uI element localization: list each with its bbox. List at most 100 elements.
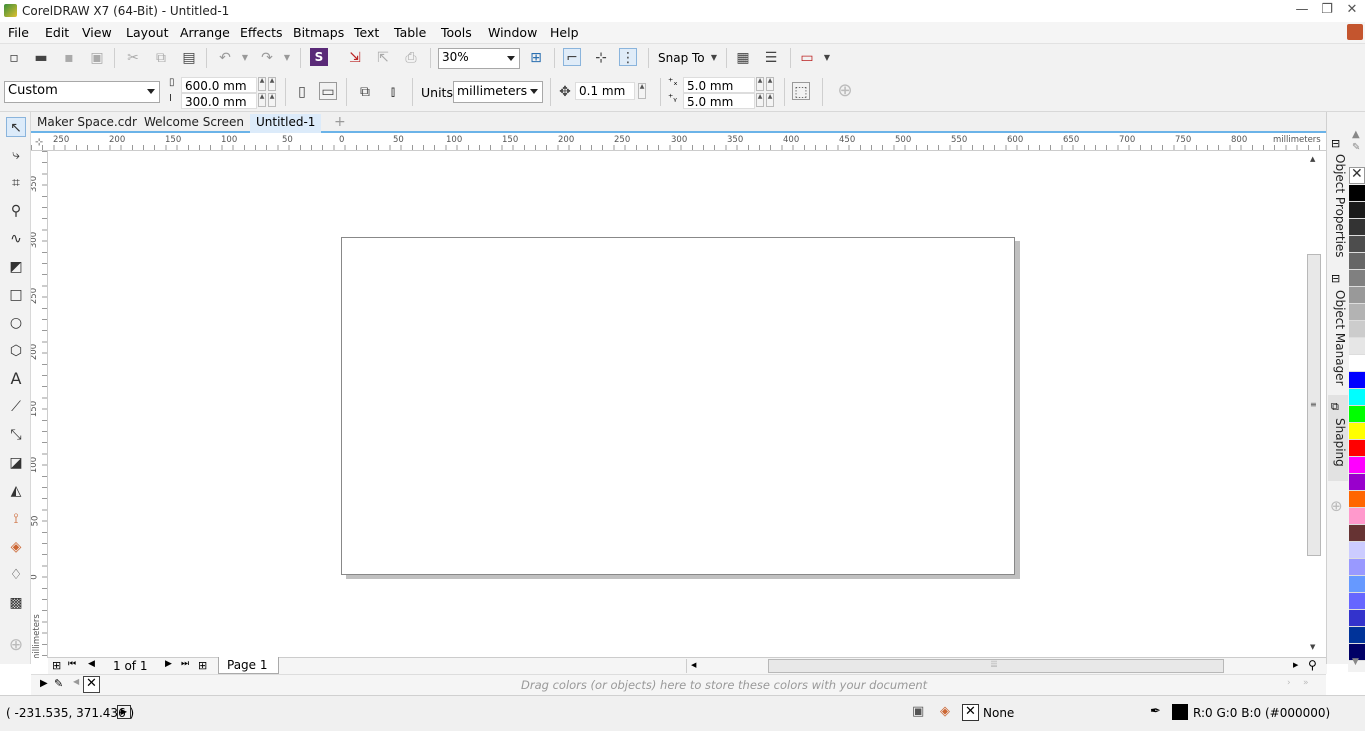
launcher-dropdown-icon[interactable]: ▼ xyxy=(818,49,836,67)
palette-swatch[interactable] xyxy=(1349,185,1365,202)
tab-untitled-1[interactable]: Untitled-1 xyxy=(250,114,322,133)
palette-swatch[interactable] xyxy=(1349,627,1365,644)
snap-to-button[interactable]: Snap To xyxy=(658,51,705,65)
import-icon[interactable]: ⇲ xyxy=(346,49,364,67)
palette-swatch[interactable] xyxy=(1349,253,1365,270)
palette-swatch[interactable] xyxy=(1349,406,1365,423)
zoom-tool-icon[interactable]: ⚲ xyxy=(6,201,26,221)
crop-tool-icon[interactable]: ⌗ xyxy=(6,173,26,193)
paste-icon[interactable]: ▤ xyxy=(180,49,198,67)
zoom-to-page-icon[interactable]: ⊞ xyxy=(527,49,545,67)
snap-to-dropdown-icon[interactable]: ▼ xyxy=(705,49,723,67)
palette-swatch[interactable] xyxy=(1349,593,1365,610)
duplicate-x-spinner[interactable]: ▲ xyxy=(756,77,764,91)
duplicate-y-spinner[interactable]: ▲ xyxy=(756,93,764,107)
redo-icon[interactable]: ↷ xyxy=(258,49,276,67)
page-width-spinner-2[interactable]: ▲ xyxy=(268,77,276,91)
restore-icon[interactable]: ❐ xyxy=(1316,3,1338,19)
docker-tab-shaping[interactable]: Shaping xyxy=(1329,418,1347,467)
palette-swatch[interactable] xyxy=(1349,355,1365,372)
duplicate-x-input[interactable]: 5.0 mm xyxy=(683,77,755,93)
navigator-icon[interactable]: ⚲ xyxy=(1308,658,1317,672)
palette-swatch[interactable] xyxy=(1349,287,1365,304)
page-size-select[interactable]: Custom xyxy=(4,81,160,103)
horizontal-scroll-thumb[interactable]: ⦙⦙⦙ xyxy=(768,659,1224,673)
connector-tool-icon[interactable]: ⤡ xyxy=(6,425,26,445)
show-rulers-icon[interactable]: ⌐ xyxy=(563,48,581,66)
quick-customize-icon[interactable]: ⊕ xyxy=(836,82,854,100)
undo-icon[interactable]: ↶ xyxy=(216,49,234,67)
palette-scroll-down-icon[interactable]: ▼ xyxy=(1352,657,1359,667)
palette-swatch[interactable] xyxy=(1349,270,1365,287)
docpal-scroll-right-icon[interactable]: › xyxy=(1287,678,1291,688)
palette-eyedropper-icon[interactable]: ✎ xyxy=(1352,142,1360,153)
palette-swatch[interactable] xyxy=(1349,423,1365,440)
docpal-expand-icon[interactable]: » xyxy=(1303,678,1309,688)
smart-fill-tool-icon[interactable]: ◩ xyxy=(6,257,26,277)
nudge-distance-input[interactable]: 0.1 mm xyxy=(575,82,635,100)
zoom-level-select[interactable]: 30% xyxy=(438,48,520,69)
palette-swatch[interactable] xyxy=(1349,202,1365,219)
interactive-fill-tool-icon[interactable]: ◈ xyxy=(6,537,26,557)
corel-connect-icon[interactable]: S xyxy=(310,48,328,66)
freehand-tool-icon[interactable]: ∿ xyxy=(6,229,26,249)
mesh-fill-tool-icon[interactable]: ▩ xyxy=(6,593,26,613)
fill-none-swatch[interactable]: ✕ xyxy=(962,704,979,721)
scroll-up-icon[interactable]: ▲ xyxy=(1310,155,1315,163)
user-icon[interactable] xyxy=(1347,24,1363,40)
scroll-right-icon[interactable]: ▶ xyxy=(1293,661,1298,669)
tab-welcome-screen[interactable]: Welcome Screen xyxy=(138,114,250,133)
scroll-down-icon[interactable]: ▼ xyxy=(1310,643,1315,651)
drop-shadow-tool-icon[interactable]: ◪ xyxy=(6,453,26,473)
next-page-icon[interactable]: ▶ xyxy=(165,659,172,669)
all-pages-icon[interactable]: ⧉ xyxy=(356,83,374,101)
page-tab-1[interactable]: Page 1 xyxy=(218,657,279,674)
palette-swatch[interactable] xyxy=(1349,457,1365,474)
text-tool-icon[interactable]: A xyxy=(6,369,26,389)
palette-scroll-up-icon[interactable]: ▲ xyxy=(1352,129,1360,140)
page-width-spinner[interactable]: ▲ xyxy=(258,77,266,91)
options-icon[interactable]: ☰ xyxy=(762,49,780,67)
palette-swatch[interactable] xyxy=(1349,440,1365,457)
menu-text[interactable]: Text xyxy=(354,25,379,40)
palette-swatch[interactable] xyxy=(1349,610,1365,627)
palette-swatch[interactable] xyxy=(1349,321,1365,338)
menu-help[interactable]: Help xyxy=(550,25,579,40)
menu-view[interactable]: View xyxy=(82,25,112,40)
tab-maker-space[interactable]: Maker Space.cdr xyxy=(31,114,143,133)
close-icon[interactable]: ✕ xyxy=(1341,3,1363,19)
copy-icon[interactable]: ⧉ xyxy=(152,49,170,67)
palette-swatch[interactable] xyxy=(1349,559,1365,576)
toolbox-customize-icon[interactable]: ⊕ xyxy=(6,635,26,655)
last-page-icon[interactable]: ⏭ xyxy=(181,659,189,669)
open-icon[interactable]: ▬ xyxy=(32,49,50,67)
page-height-spinner-2[interactable]: ▲ xyxy=(268,93,276,107)
palette-swatch[interactable] xyxy=(1349,372,1365,389)
nudge-spinner[interactable]: ▲ xyxy=(638,83,646,99)
palette-swatch[interactable] xyxy=(1349,236,1365,253)
menu-tools[interactable]: Tools xyxy=(441,25,472,40)
rectangle-tool-icon[interactable]: □ xyxy=(6,285,26,305)
minimize-icon[interactable]: — xyxy=(1291,3,1313,19)
polygon-tool-icon[interactable]: ⬡ xyxy=(6,341,26,361)
palette-swatch[interactable] xyxy=(1349,304,1365,321)
save-icon[interactable]: ▪ xyxy=(60,49,78,67)
redo-dropdown-icon[interactable]: ▼ xyxy=(278,49,296,67)
ellipse-tool-icon[interactable]: ○ xyxy=(6,313,26,333)
docpal-scroll-left-icon[interactable]: ◀ xyxy=(73,677,79,686)
palette-swatch[interactable] xyxy=(1349,525,1365,542)
duplicate-y-spinner-2[interactable]: ▲ xyxy=(766,93,774,107)
palette-swatch[interactable] xyxy=(1349,508,1365,525)
menu-arrange[interactable]: Arrange xyxy=(180,25,230,40)
new-document-icon[interactable]: ▫ xyxy=(5,49,23,67)
docker-tab-object-manager[interactable]: Object Manager xyxy=(1329,290,1347,386)
drawing-page[interactable] xyxy=(341,237,1015,575)
pick-tool-icon[interactable]: ↖ xyxy=(6,117,26,137)
duplicate-y-input[interactable]: 5.0 mm xyxy=(683,93,755,109)
page-height-input[interactable]: 300.0 mm xyxy=(181,93,257,109)
print-icon[interactable]: ▣ xyxy=(88,49,106,67)
palette-swatch[interactable] xyxy=(1349,389,1365,406)
export-icon[interactable]: ⇱ xyxy=(374,49,392,67)
palette-swatch[interactable] xyxy=(1349,474,1365,491)
vertical-scrollbar[interactable]: ▲ ≡ ▼ xyxy=(1307,151,1322,658)
